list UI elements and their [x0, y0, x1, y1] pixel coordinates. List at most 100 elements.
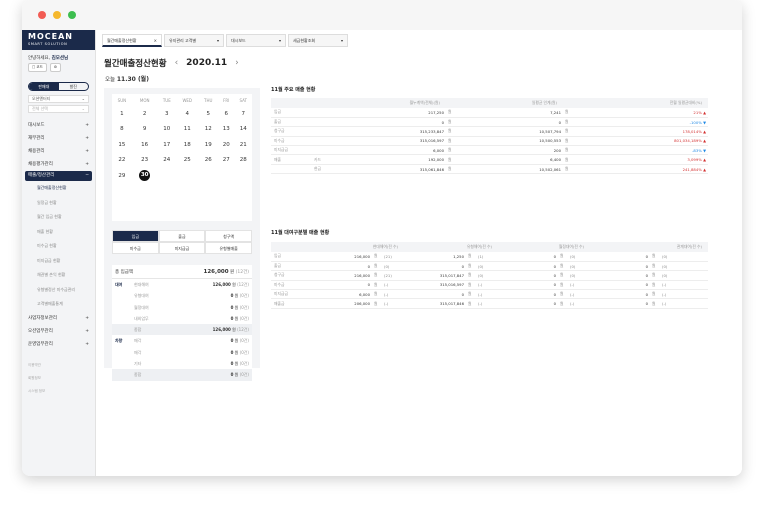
submenu-item[interactable]: 매출 현황 — [22, 225, 95, 240]
gear-icon[interactable]: ⚙ — [49, 63, 62, 72]
summary-total-label: 총 입금액 — [115, 269, 133, 275]
summary-group — [112, 290, 134, 301]
calendar-day[interactable]: 24 — [158, 153, 177, 169]
sidebar-item-sales[interactable]: 매출/정산관리 − — [25, 171, 92, 181]
calendar-day[interactable]: 17 — [158, 137, 177, 153]
submenu-item[interactable]: 일정금 현황 — [22, 196, 95, 211]
sidebar-item-label: 오션업무관리 — [28, 328, 53, 334]
submenu-item[interactable]: 월간 입금 현황 — [22, 210, 95, 225]
sidebar-item-ocean-work[interactable]: 오션업무관리 + — [22, 325, 95, 338]
table2-header: 월정대여(전 수) — [498, 242, 590, 252]
kind-tab-billing[interactable]: 청구액 — [205, 230, 252, 242]
calendar-day[interactable]: 8 — [112, 122, 132, 138]
chevron-down-icon[interactable]: ▾ — [279, 35, 281, 46]
footer-link-member[interactable]: 회원정보 — [22, 372, 95, 385]
kind-tab-deposit[interactable]: 입금 — [112, 230, 159, 242]
table2-count: (0) — [568, 252, 590, 262]
minimize-window-icon[interactable] — [53, 11, 61, 19]
calendar-day[interactable]: 9 — [132, 122, 158, 138]
calendar-day-today[interactable]: 30 — [139, 170, 151, 182]
prev-month-icon[interactable]: ‹ — [175, 58, 179, 68]
tab-maintenance-customer[interactable]: 유지관리 고객별 ▾ — [164, 34, 224, 47]
kind-tab-type-sales[interactable]: 유형별매출 — [205, 242, 252, 254]
calendar-day[interactable]: 30 — [132, 168, 158, 184]
calendar-day[interactable]: 12 — [198, 122, 218, 138]
calendar-day[interactable]: 19 — [198, 137, 218, 153]
sidebar-menu: 대시보드 + 재무관리 + 채용관리 + 채용평가관리 + 매출/정산관리 − 월간매출정… — [22, 119, 95, 398]
calendar-day[interactable]: 27 — [218, 153, 234, 169]
submenu-item[interactable]: 미지급금 현황 — [22, 254, 95, 269]
calendar-day[interactable]: 1 — [112, 106, 132, 122]
footer-link-terms[interactable]: 이용약관 — [22, 359, 95, 372]
sidebar-item-operations[interactable]: 운영업무관리 + — [22, 338, 95, 351]
sidebar-item-finance[interactable]: 재무관리 + — [22, 132, 95, 145]
calendar-day[interactable]: 22 — [112, 153, 132, 169]
close-window-icon[interactable] — [38, 11, 46, 19]
calendar-day[interactable]: 26 — [198, 153, 218, 169]
calendar-day[interactable]: 20 — [218, 137, 234, 153]
calendar-day[interactable]: 4 — [176, 106, 198, 122]
calendar-day[interactable]: 23 — [132, 153, 158, 169]
maximize-window-icon[interactable] — [68, 11, 76, 19]
calendar-day[interactable]: 2 — [132, 106, 158, 122]
tab-monthly-settlement[interactable]: 월간매출정산현황 × — [102, 34, 162, 47]
brand-logo[interactable]: MOCEAN SMART SOLUTION — [22, 30, 95, 50]
table2-unit: 원 — [466, 298, 476, 309]
kind-tab-payable[interactable]: 미지급금 — [158, 242, 206, 254]
toggle-option-other[interactable]: 발진 — [59, 83, 89, 90]
summary-count: (0건) — [239, 361, 249, 367]
calendar-day[interactable]: 7 — [234, 106, 252, 122]
code-button[interactable]: □ 코드 — [28, 63, 47, 72]
calendar-day[interactable]: 21 — [234, 137, 252, 153]
submenu-item[interactable]: 유형별정산 미수금관리 — [22, 283, 95, 298]
calendar-day[interactable]: 18 — [176, 137, 198, 153]
weekday-label: FRI — [223, 97, 230, 103]
close-icon[interactable]: × — [154, 35, 157, 45]
summary-group — [112, 313, 134, 324]
weekday-label: SAT — [239, 97, 247, 103]
tab-dashboard[interactable]: 대시보드 ▾ — [226, 34, 286, 47]
table2-count: (-) — [660, 280, 708, 291]
calendar-day[interactable]: 29 — [112, 168, 132, 184]
table1-category: 매출 — [271, 154, 311, 165]
chevron-down-icon[interactable]: ▾ — [217, 35, 219, 46]
submenu-item[interactable]: 채권별 손익 현황 — [22, 268, 95, 283]
footer-link-system[interactable]: 시스템 정보 — [22, 385, 95, 398]
toggle-option-sales[interactable]: 판매대 — [29, 83, 59, 90]
calendar-day[interactable]: 28 — [234, 153, 252, 169]
calendar-day[interactable]: 16 — [132, 137, 158, 153]
sidebar-item-dashboard[interactable]: 대시보드 + — [22, 119, 95, 132]
table1-unit: 원 — [563, 164, 585, 175]
submenu-item[interactable]: 미수금 현황 — [22, 239, 95, 254]
tab-tax-status[interactable]: 세금현황조회 ▾ — [288, 34, 348, 47]
submenu-item[interactable]: 고객별매출통계 — [22, 297, 95, 312]
calendar-day[interactable]: 14 — [234, 122, 252, 138]
table2-header — [271, 242, 312, 252]
table2-amount: 0 — [590, 280, 650, 291]
table1-daily-avg: 7,241 — [468, 108, 563, 118]
calendar-day[interactable]: 5 — [198, 106, 218, 122]
calendar-day[interactable]: 6 — [218, 106, 234, 122]
chevron-down-icon[interactable]: ▾ — [341, 35, 343, 46]
greeting-text: 안녕하세요, — [28, 56, 51, 61]
plus-icon: + — [85, 341, 89, 347]
table2-unit: 원 — [650, 270, 660, 281]
mode-toggle[interactable]: 판매대 발진 — [28, 82, 89, 91]
scope-select[interactable]: 전체 선택 ⌄ — [28, 105, 89, 113]
calendar-day[interactable]: 13 — [218, 122, 234, 138]
next-month-icon[interactable]: › — [235, 58, 239, 68]
table2-amount: 0 — [498, 252, 558, 262]
kind-tab-withdrawal[interactable]: 출금 — [158, 230, 206, 242]
calendar-day[interactable]: 3 — [158, 106, 177, 122]
calendar-day[interactable]: 11 — [176, 122, 198, 138]
company-select[interactable]: 오션엔터티 ⌄ — [28, 95, 89, 103]
sidebar-item-business[interactable]: 사업자정보관리 + — [22, 312, 95, 325]
user-name: 김모션님 — [51, 56, 69, 61]
kind-tab-receivable[interactable]: 미수금 — [112, 242, 159, 254]
calendar-day[interactable]: 25 — [176, 153, 198, 169]
submenu-item[interactable]: 월간매출정산현황 — [22, 181, 95, 196]
calendar-day[interactable]: 10 — [158, 122, 177, 138]
sidebar-item-hiring[interactable]: 채용관리 + — [22, 145, 95, 158]
sidebar-item-evaluation[interactable]: 채용평가관리 + — [22, 158, 95, 171]
calendar-day[interactable]: 15 — [112, 137, 132, 153]
